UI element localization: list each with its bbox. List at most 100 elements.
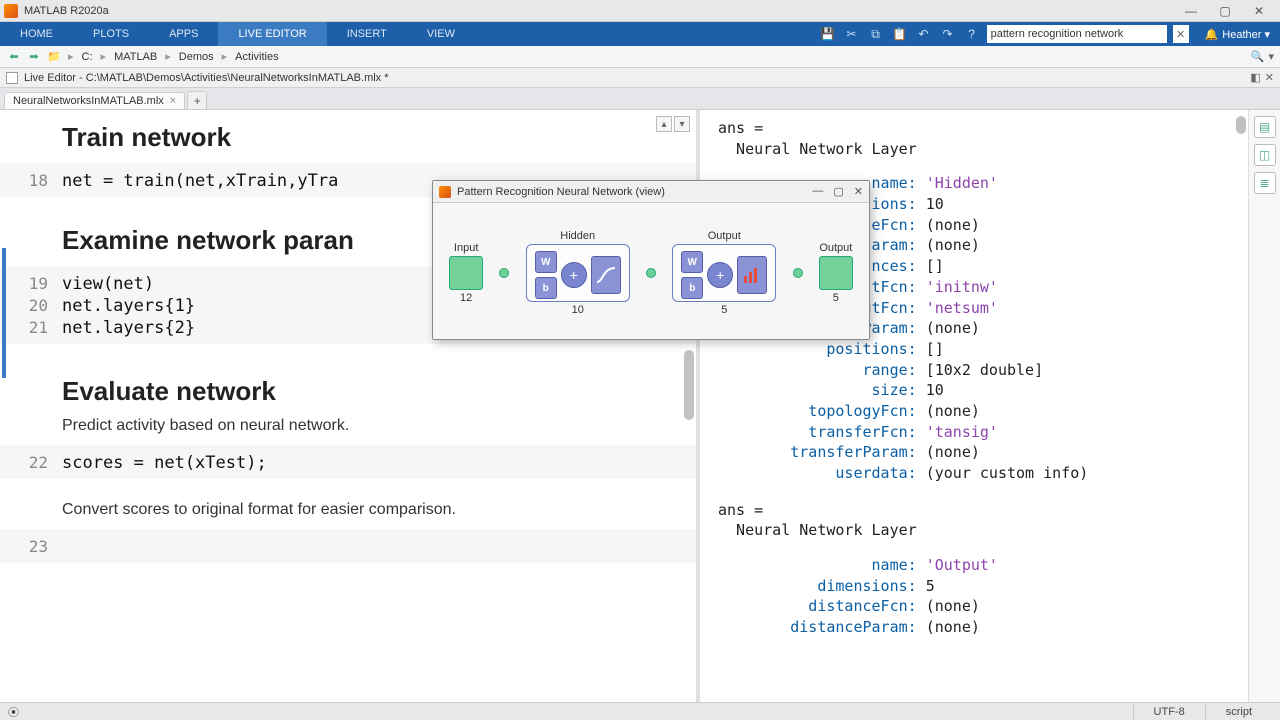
breadcrumb[interactable]: C: <box>80 51 95 63</box>
copy-icon[interactable]: ⧉ <box>867 25 885 43</box>
save-icon[interactable]: 💾 <box>819 25 837 43</box>
paste-icon[interactable]: 📋 <box>891 25 909 43</box>
diagram-bias-block: b <box>535 277 557 299</box>
diagram-weight-block: W <box>681 251 703 273</box>
output-struct-row: size: 10 <box>718 380 1236 401</box>
diagram-label: Input <box>454 242 478 254</box>
diagram-size: 10 <box>572 304 584 316</box>
output-struct-row: positions: [] <box>718 339 1236 360</box>
line-number: 21 <box>0 316 62 338</box>
output-right-icon[interactable]: ◫ <box>1254 144 1276 166</box>
cut-icon[interactable]: ✂ <box>843 25 861 43</box>
float-minimize-icon[interactable]: — <box>812 185 823 198</box>
status-ready: ⦿ <box>8 703 39 720</box>
output-struct-row: dimensions: 5 <box>718 576 1236 597</box>
float-title-text: Pattern Recognition Neural Network (view… <box>457 186 665 198</box>
diagram-size: 5 <box>721 304 727 316</box>
status-encoding: UTF-8 <box>1133 703 1205 720</box>
toolstrip: HOME PLOTS APPS LIVE EDITOR INSERT VIEW … <box>0 22 1280 46</box>
window-minimize-button[interactable]: — <box>1174 2 1208 20</box>
diagram-node <box>499 268 509 278</box>
toolstrip-tab-live-editor[interactable]: LIVE EDITOR <box>218 22 326 46</box>
diagram-node <box>793 268 803 278</box>
panel-close-icon[interactable]: ✕ <box>1265 71 1274 84</box>
user-name: Heather ▾ <box>1222 28 1270 41</box>
code-line[interactable]: net.layers{1} <box>62 294 195 316</box>
chevron-right-icon: ▸ <box>66 50 76 63</box>
matlab-icon <box>439 186 451 198</box>
diagram-label: Output <box>819 242 852 254</box>
status-bar: ⦿ UTF-8 script <box>0 702 1280 720</box>
toolstrip-tab-apps[interactable]: APPS <box>149 22 218 46</box>
window-title: MATLAB R2020a <box>24 5 1174 17</box>
file-tab[interactable]: NeuralNetworksInMATLAB.mlx × <box>4 92 185 109</box>
nav-fwd-icon[interactable]: ➡ <box>26 50 42 63</box>
folder-up-icon[interactable]: 📁 <box>46 50 62 63</box>
quick-access-toolbar: 💾 ✂ ⧉ 📋 ↶ ↷ ? ✕ <box>813 22 1195 46</box>
editor-tabs: NeuralNetworksInMATLAB.mlx × + <box>0 88 1280 110</box>
chevron-right-icon: ▸ <box>220 50 230 63</box>
panel-menu-icon[interactable]: ◧ <box>1250 71 1260 84</box>
diagram-weight-block: W <box>535 251 557 273</box>
document-path: Live Editor - C:\MATLAB\Demos\Activities… <box>24 72 389 84</box>
line-number: 20 <box>0 294 62 316</box>
search-folder-icon[interactable]: 🔍 <box>1251 50 1265 63</box>
output-text: Neural Network Layer <box>718 139 1236 160</box>
undo-icon[interactable]: ↶ <box>915 25 933 43</box>
file-tab-close-icon[interactable]: × <box>170 95 176 107</box>
output-text: ans = <box>718 500 1236 521</box>
help-icon[interactable]: ? <box>963 25 981 43</box>
search-input[interactable] <box>987 25 1167 43</box>
editor-scrollbar[interactable] <box>684 350 694 420</box>
output-struct-row: topologyFcn: (none) <box>718 401 1236 422</box>
diagram-softmax-block <box>737 256 767 294</box>
output-struct-row: name: 'Output' <box>718 555 1236 576</box>
nav-back-icon[interactable]: ⬅ <box>6 50 22 63</box>
search-clear-icon[interactable]: ✕ <box>1173 25 1189 43</box>
redo-icon[interactable]: ↷ <box>939 25 957 43</box>
section-heading: Train network <box>62 122 686 153</box>
section-text: Convert scores to original format for ea… <box>62 501 686 519</box>
breadcrumb[interactable]: Demos <box>177 51 216 63</box>
float-maximize-icon[interactable]: ▢ <box>833 185 843 198</box>
code-line[interactable] <box>62 535 72 557</box>
output-inline-icon[interactable]: ▤ <box>1254 116 1276 138</box>
toolstrip-tab-insert[interactable]: INSERT <box>327 22 407 46</box>
network-view-window[interactable]: Pattern Recognition Neural Network (view… <box>432 180 870 340</box>
window-maximize-button[interactable]: ▢ <box>1208 2 1242 20</box>
code-line[interactable]: scores = net(xTest); <box>62 451 267 473</box>
toolstrip-tab-view[interactable]: VIEW <box>407 22 475 46</box>
breadcrumb[interactable]: Activities <box>233 51 280 63</box>
diagram-label: Hidden <box>560 230 595 242</box>
layout-side-strip: ▤ ◫ ≣ <box>1248 110 1280 702</box>
toolstrip-tab-plots[interactable]: PLOTS <box>73 22 149 46</box>
code-line[interactable]: net.layers{2} <box>62 316 195 338</box>
output-scrollbar[interactable] <box>1236 116 1246 134</box>
window-close-button[interactable]: ✕ <box>1242 2 1276 20</box>
code-line[interactable]: view(net) <box>62 272 154 294</box>
document-path-bar: Live Editor - C:\MATLAB\Demos\Activities… <box>0 68 1280 88</box>
code-line[interactable]: net = train(net,xTrain,yTra <box>62 169 338 191</box>
line-number: 22 <box>0 451 62 473</box>
output-text: Neural Network Layer <box>718 520 1236 541</box>
diagram-label: Output <box>708 230 741 242</box>
line-number: 19 <box>0 272 62 294</box>
float-titlebar[interactable]: Pattern Recognition Neural Network (view… <box>433 181 869 203</box>
address-bar: ⬅ ➡ 📁 ▸ C: ▸ MATLAB ▸ Demos ▸ Activities… <box>0 46 1280 68</box>
diagram-node <box>646 268 656 278</box>
output-hide-icon[interactable]: ≣ <box>1254 172 1276 194</box>
output-struct-row: transferFcn: 'tansig' <box>718 422 1236 443</box>
breadcrumb[interactable]: MATLAB <box>112 51 159 63</box>
float-close-icon[interactable]: ✕ <box>854 185 863 198</box>
bell-icon[interactable]: 🔔 <box>1205 28 1219 41</box>
active-section-marker <box>2 248 6 378</box>
user-menu[interactable]: 🔔 Heather ▾ <box>1195 22 1280 46</box>
new-tab-button[interactable]: + <box>187 91 207 109</box>
section-heading: Evaluate network <box>62 376 686 407</box>
toolstrip-tab-home[interactable]: HOME <box>0 22 73 46</box>
section-text: Predict activity based on neural network… <box>62 417 686 435</box>
chevron-right-icon: ▸ <box>163 50 173 63</box>
dropdown-icon[interactable]: ▾ <box>1268 50 1274 63</box>
output-struct-row: transferParam: (none) <box>718 442 1236 463</box>
window-titlebar: MATLAB R2020a — ▢ ✕ <box>0 0 1280 22</box>
